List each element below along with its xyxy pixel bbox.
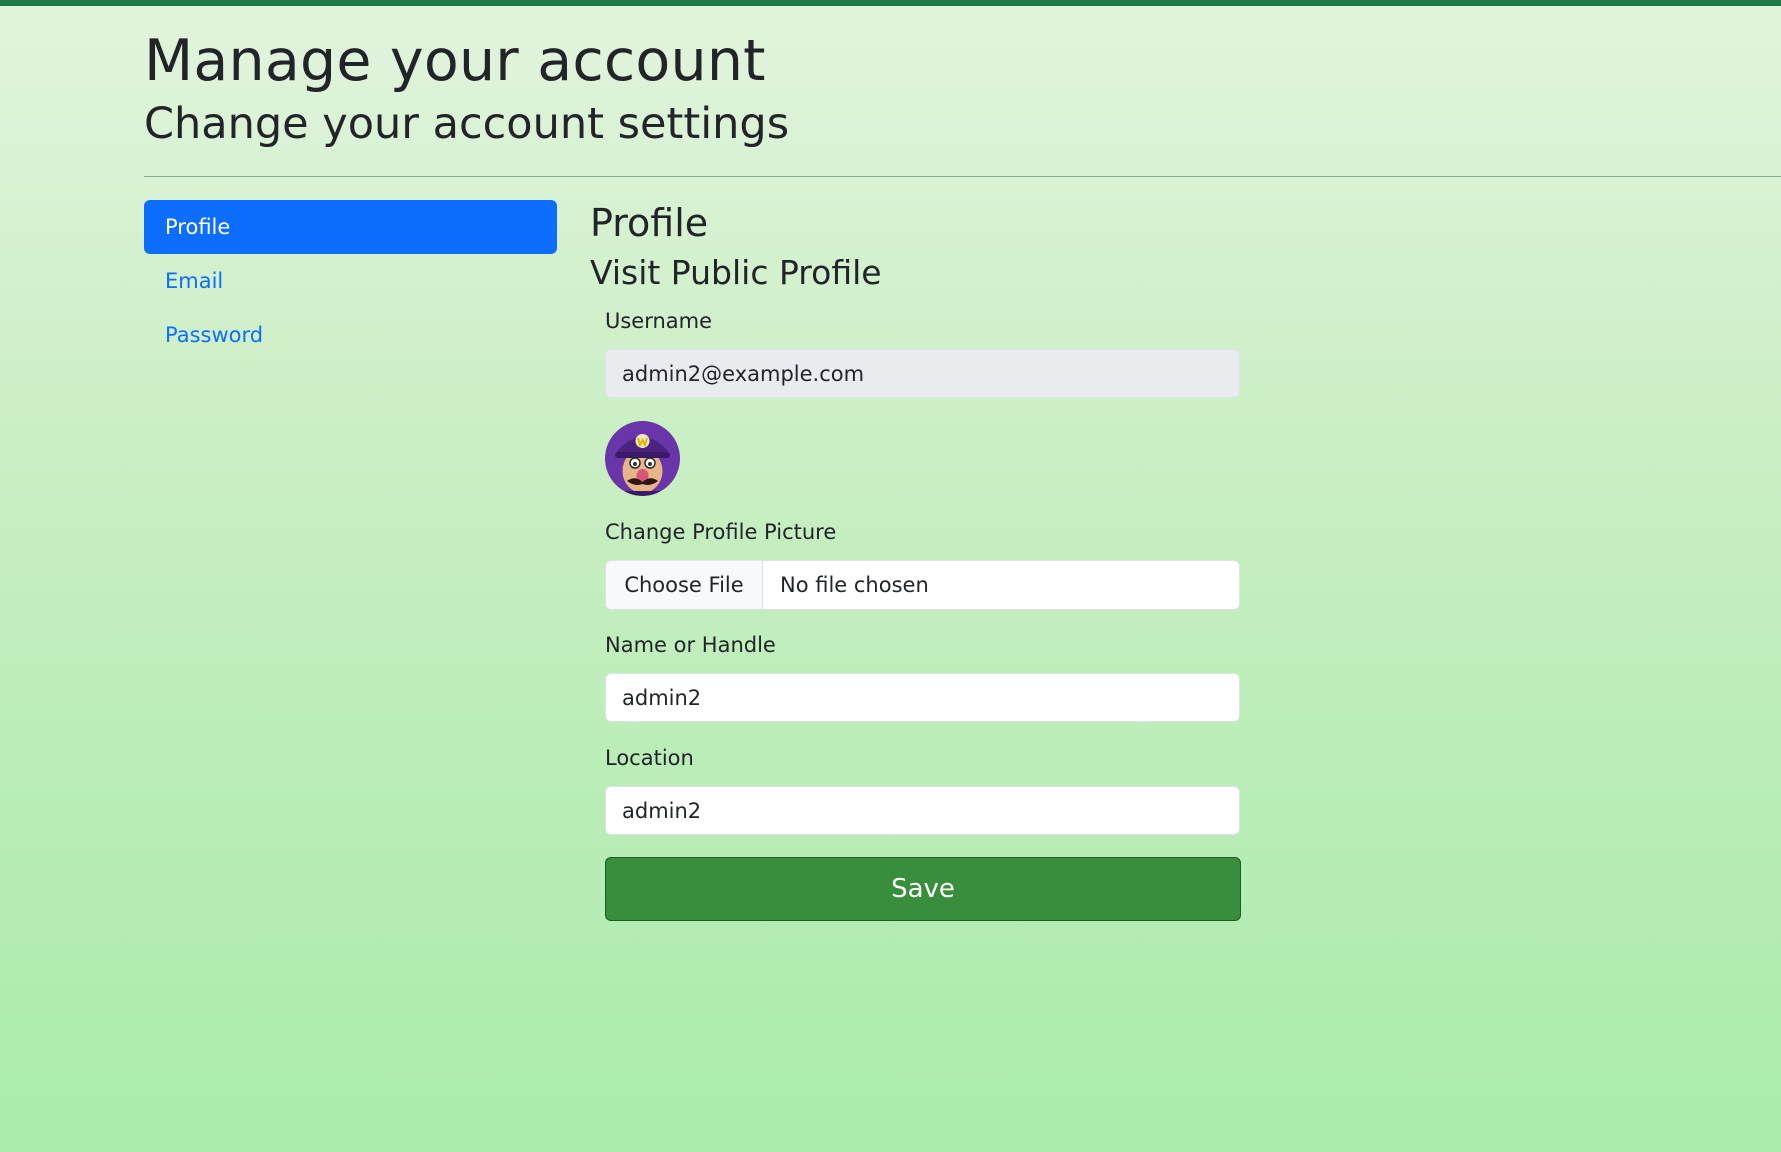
name-label: Name or Handle	[605, 633, 776, 657]
sidebar-item-password[interactable]: Password	[144, 308, 557, 362]
file-status-text: No file chosen	[780, 573, 929, 597]
settings-sidebar: Profile Email Password	[144, 200, 557, 362]
location-label: Location	[605, 746, 694, 770]
username-field[interactable]: admin2@example.com	[605, 349, 1240, 398]
page-subtitle: Change your account settings	[144, 99, 790, 149]
profile-form: Username admin2@example.com Change Profi…	[605, 307, 1241, 921]
page-title: Manage your account	[144, 28, 766, 94]
header-divider	[144, 176, 1781, 177]
sidebar-item-profile[interactable]: Profile	[144, 200, 557, 254]
profile-heading: Profile	[590, 201, 709, 245]
avatar	[605, 421, 680, 496]
profile-panel: Profile Visit Public Profile Username ad…	[590, 198, 1250, 921]
name-value: admin2	[622, 685, 702, 710]
top-accent-bar	[0, 0, 1781, 6]
location-field[interactable]: admin2	[605, 786, 1240, 835]
sidebar-item-email[interactable]: Email	[144, 254, 557, 308]
page-header: Manage your account Change your account …	[144, 28, 789, 152]
username-value: admin2@example.com	[622, 361, 865, 386]
profile-picture-input[interactable]: Choose File No file chosen	[605, 560, 1240, 610]
location-value: admin2	[622, 798, 702, 823]
profile-picture-label: Change Profile Picture	[605, 520, 837, 544]
username-label: Username	[605, 309, 713, 333]
visit-public-profile-link[interactable]: Visit Public Profile	[590, 250, 1250, 296]
avatar-image	[605, 421, 680, 496]
choose-file-button[interactable]: Choose File	[606, 561, 763, 609]
name-field[interactable]: admin2	[605, 673, 1240, 722]
save-button[interactable]: Save	[605, 857, 1241, 921]
